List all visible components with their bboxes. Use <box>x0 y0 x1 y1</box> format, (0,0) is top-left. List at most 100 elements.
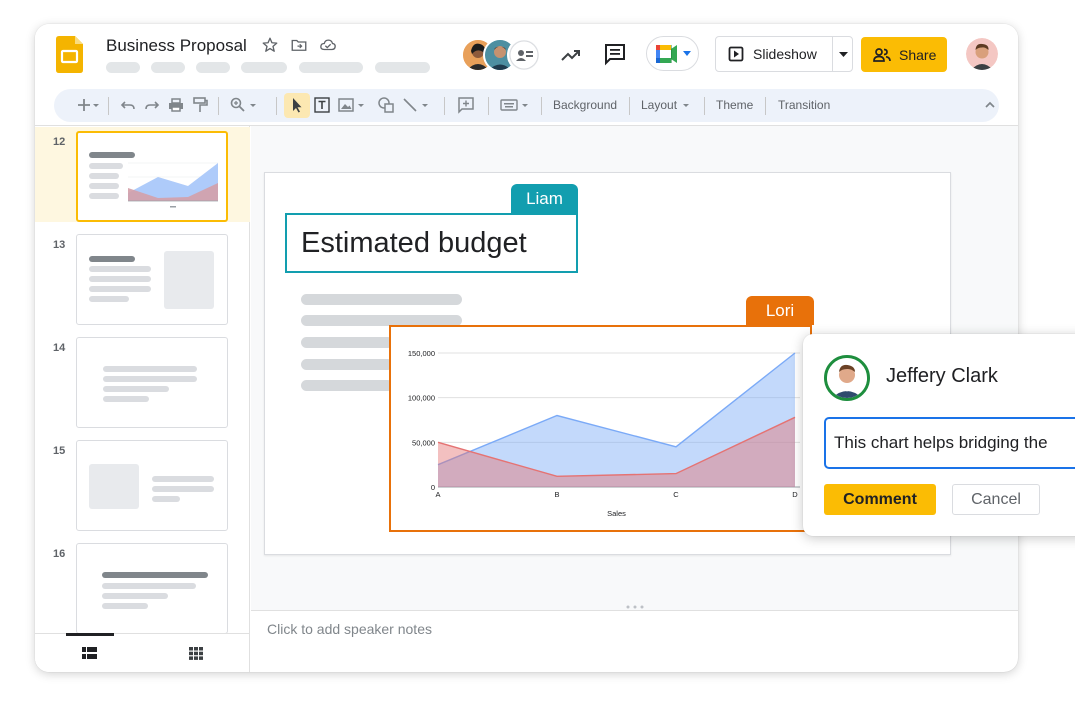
slide-thumbnail-row[interactable]: 12 <box>35 127 250 222</box>
x-tick-label: A <box>435 490 440 499</box>
x-tick-label: C <box>673 490 679 499</box>
x-tick-label: B <box>554 490 559 499</box>
more-collaborators-icon[interactable] <box>507 38 541 72</box>
background-button[interactable]: Background <box>553 98 617 112</box>
chevron-down-icon[interactable] <box>681 95 691 115</box>
y-tick-label: 50,000 <box>412 438 435 447</box>
paint-format-icon[interactable] <box>190 95 210 115</box>
share-button[interactable]: Share <box>861 37 947 72</box>
menu-item[interactable] <box>151 62 185 73</box>
divider <box>541 97 542 115</box>
slideshow-main[interactable]: Slideshow <box>716 37 832 71</box>
slide-number: 15 <box>53 445 66 457</box>
line-icon[interactable] <box>400 95 420 115</box>
chevron-down-icon[interactable] <box>520 95 530 115</box>
shape-icon[interactable] <box>376 95 396 115</box>
slideshow-button[interactable]: Slideshow <box>715 36 853 72</box>
comment-icon[interactable] <box>603 42 627 66</box>
trending-up-icon[interactable] <box>559 43 583 67</box>
image-icon[interactable] <box>336 95 356 115</box>
google-meet-icon <box>656 45 677 63</box>
comment-submit-button[interactable]: Comment <box>824 484 936 515</box>
divider <box>108 97 109 115</box>
divider <box>488 97 489 115</box>
grid-view-icon <box>189 647 203 660</box>
mini-chart <box>128 162 218 208</box>
comment-author-avatar <box>824 355 870 401</box>
menu-item[interactable] <box>299 62 363 73</box>
speaker-notes[interactable]: Click to add speaker notes <box>267 621 432 637</box>
comment-cancel-button[interactable]: Cancel <box>952 484 1040 515</box>
slide-thumbnail-row[interactable]: 14 <box>35 333 250 428</box>
chevron-down-icon <box>839 52 848 57</box>
slide-thumbnail[interactable] <box>76 234 228 325</box>
slide-number: 13 <box>53 239 66 251</box>
transition-button[interactable]: Transition <box>778 98 830 112</box>
x-axis-label: Sales <box>607 509 626 518</box>
menu-item[interactable] <box>241 62 287 73</box>
resize-handle-icon[interactable] <box>623 604 647 610</box>
chevron-down-icon <box>683 51 691 56</box>
slide-number: 16 <box>53 548 66 560</box>
slides-logo-icon[interactable] <box>56 36 83 73</box>
meet-button[interactable] <box>646 36 699 71</box>
area-chart-svg: 0 50,000 100,000 150,000 A B C D Sales <box>408 349 800 518</box>
x-tick-label: D <box>792 490 798 499</box>
list-view-tab[interactable] <box>35 633 142 672</box>
slide-thumbnail-row[interactable]: 13 <box>35 230 250 325</box>
cursor-icon[interactable] <box>287 95 307 115</box>
chevron-up-icon[interactable] <box>980 95 1000 115</box>
chevron-down-icon[interactable] <box>248 95 258 115</box>
comment-author-name: Jeffery Clark <box>886 365 998 387</box>
chevron-down-icon[interactable] <box>356 95 366 115</box>
keyboard-icon[interactable] <box>499 95 519 115</box>
add-comment-icon[interactable] <box>456 95 476 115</box>
slide-thumbnail[interactable] <box>76 543 228 634</box>
chevron-down-icon[interactable] <box>91 95 101 115</box>
list-view-icon <box>82 647 97 659</box>
slide-thumbnail[interactable] <box>76 440 228 531</box>
redo-icon[interactable] <box>142 95 162 115</box>
comment-card: Jeffery Clark This chart helps bridging … <box>803 334 1075 536</box>
slideshow-options-button[interactable] <box>833 37 853 71</box>
top-bar: Business Proposal Slideshow Share <box>35 24 1018 86</box>
menu-item[interactable] <box>196 62 230 73</box>
cloud-saved-icon[interactable] <box>319 36 337 54</box>
print-icon[interactable] <box>166 95 186 115</box>
y-tick-label: 100,000 <box>408 394 435 403</box>
editing-toolbar: Background Layout Theme Transition <box>54 89 999 122</box>
placeholder-line <box>301 380 393 391</box>
grid-view-tab[interactable] <box>142 634 249 672</box>
zoom-icon[interactable] <box>228 95 248 115</box>
placeholder-line <box>301 294 462 305</box>
title-text-box[interactable]: Estimated budget <box>285 213 578 273</box>
document-title[interactable]: Business Proposal <box>106 36 247 56</box>
menu-item[interactable] <box>375 62 430 73</box>
collaborator-avatars[interactable] <box>461 38 545 72</box>
user-avatar[interactable] <box>966 38 998 70</box>
filmstrip-view-switcher <box>35 633 249 672</box>
layout-button[interactable]: Layout <box>641 98 677 112</box>
menu-item[interactable] <box>106 62 140 73</box>
theme-button[interactable]: Theme <box>716 98 753 112</box>
slide-thumbnail-row[interactable]: 15 <box>35 436 250 531</box>
divider <box>444 97 445 115</box>
area-chart[interactable]: 0 50,000 100,000 150,000 A B C D Sales <box>389 325 812 532</box>
move-to-folder-icon[interactable] <box>290 36 308 54</box>
slide-thumbnail-row[interactable]: 16 <box>35 539 250 634</box>
slide-number: 12 <box>53 136 66 148</box>
slide-thumbnail[interactable] <box>76 131 228 222</box>
text-box-icon[interactable] <box>312 95 332 115</box>
placeholder-line <box>301 359 393 370</box>
star-icon[interactable] <box>261 36 279 54</box>
comment-input[interactable]: This chart helps bridging the <box>824 417 1075 469</box>
slideshow-label: Slideshow <box>753 46 817 62</box>
share-label: Share <box>899 46 937 63</box>
slide-title[interactable]: Estimated budget <box>301 227 527 260</box>
undo-icon[interactable] <box>118 95 138 115</box>
collaborator-cursor-tag: Liam <box>511 184 578 213</box>
divider <box>251 610 1018 611</box>
y-tick-label: 0 <box>431 483 435 492</box>
chevron-down-icon[interactable] <box>420 95 430 115</box>
slide-thumbnail[interactable] <box>76 337 228 428</box>
